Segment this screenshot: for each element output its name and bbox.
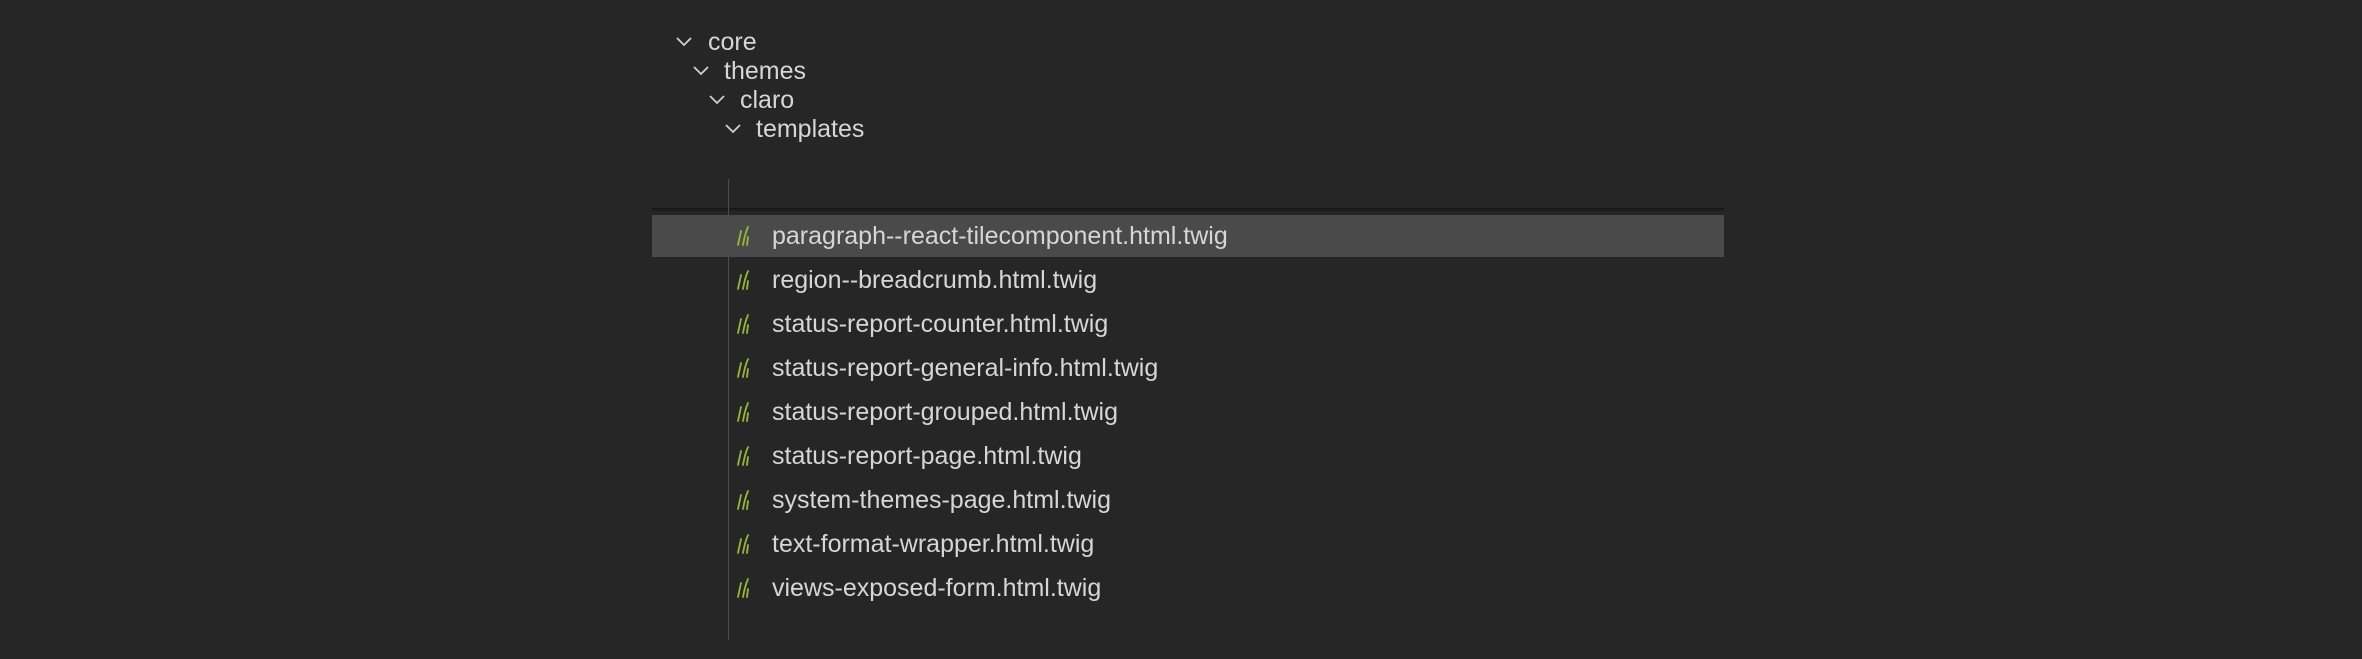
file-label: system-themes-page.html.twig xyxy=(772,486,1112,514)
file-item-selected[interactable]: paragraph--react-tilecomponent.html.twig xyxy=(652,215,1724,257)
twig-file-icon xyxy=(735,267,753,293)
file-item[interactable]: system-themes-page.html.twig xyxy=(652,479,1724,521)
file-label: paragraph--react-tilecomponent.html.twig xyxy=(772,222,1228,250)
file-item[interactable]: status-report-grouped.html.twig xyxy=(652,391,1724,433)
twig-file-icon xyxy=(735,531,753,557)
file-label: status-report-general-info.html.twig xyxy=(772,354,1159,382)
folder-templates[interactable]: templates xyxy=(652,108,1724,150)
file-item[interactable]: views-exposed-form.html.twig xyxy=(652,567,1724,609)
file-label: status-report-page.html.twig xyxy=(772,442,1082,470)
folder-label: templates xyxy=(756,115,865,143)
file-item[interactable]: text-format-wrapper.html.twig xyxy=(652,523,1724,565)
file-label: status-report-grouped.html.twig xyxy=(772,398,1118,426)
sticky-scroll-shadow xyxy=(652,208,1724,212)
twig-file-icon xyxy=(735,399,753,425)
file-item[interactable]: status-report-general-info.html.twig xyxy=(652,347,1724,389)
twig-file-icon xyxy=(735,223,753,249)
twig-file-icon xyxy=(735,487,753,513)
file-label: status-report-counter.html.twig xyxy=(772,310,1109,338)
file-item[interactable]: status-report-page.html.twig xyxy=(652,435,1724,477)
chevron-down-icon[interactable] xyxy=(721,117,745,141)
file-label: region--breadcrumb.html.twig xyxy=(772,266,1098,294)
twig-file-icon xyxy=(735,575,753,601)
twig-file-icon xyxy=(735,443,753,469)
file-item[interactable]: region--breadcrumb.html.twig xyxy=(652,259,1724,301)
twig-file-icon xyxy=(735,355,753,381)
file-label: text-format-wrapper.html.twig xyxy=(772,530,1095,558)
file-item[interactable]: status-report-counter.html.twig xyxy=(652,303,1724,345)
twig-file-icon xyxy=(735,311,753,337)
file-label: views-exposed-form.html.twig xyxy=(772,574,1102,602)
